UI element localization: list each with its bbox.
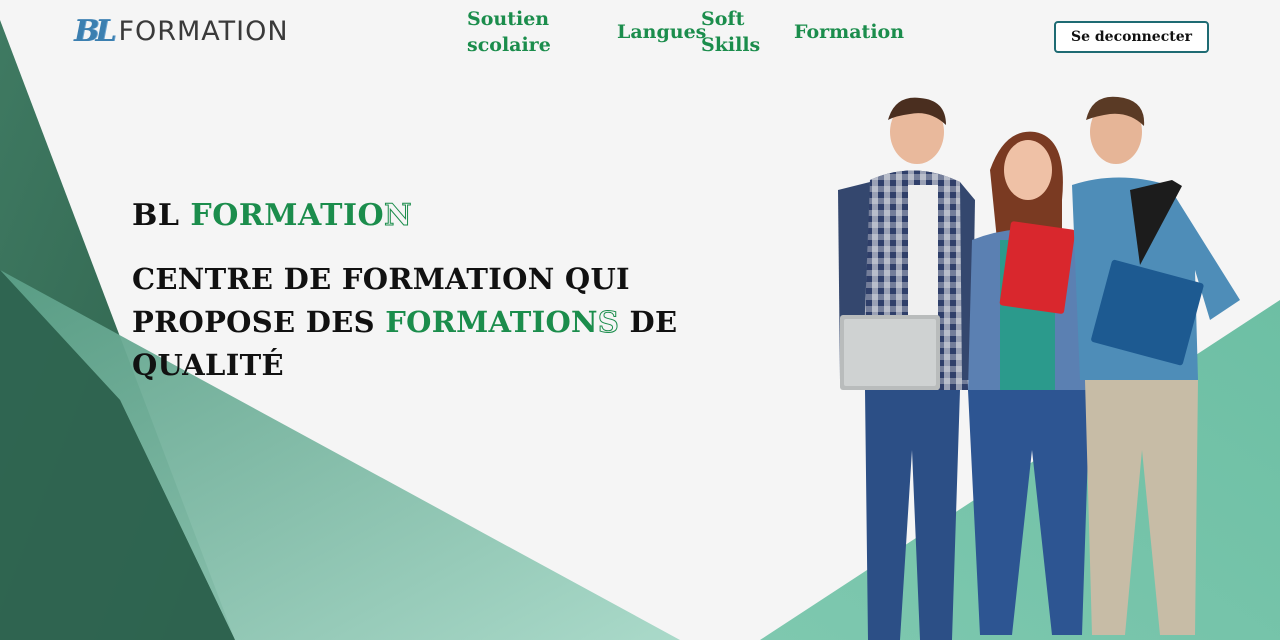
nav-soft-line1: Soft <box>701 8 745 30</box>
nav-langues[interactable]: Langues <box>617 19 706 45</box>
hero-section: BL FORMATION CENTRE DE FORMATION QUI PRO… <box>132 196 692 387</box>
tagline-line2: PROPOSE DES FORMATIONS DE <box>132 301 692 344</box>
tagline-line2-prefix: PROPOSE DES <box>132 305 386 339</box>
students-illustration <box>838 96 1240 640</box>
nav-soft-line2: Skills <box>701 34 761 56</box>
hero-brand-prefix: BL <box>132 198 191 233</box>
brand-logo[interactable]: BL FORMATION <box>74 14 289 50</box>
logout-button[interactable]: Se deconnecter <box>1054 21 1209 53</box>
nav-soutien-line2: scolaire <box>467 34 551 56</box>
tagline-line3: QUALITÉ <box>132 348 284 382</box>
hero-tagline: CENTRE DE FORMATION QUI PROPOSE DES FORM… <box>132 258 692 387</box>
nav-formation[interactable]: Formation <box>794 19 904 45</box>
top-navbar: BL FORMATION Soutien scolaire Langues So… <box>0 0 1280 64</box>
hero-brand-title: BL FORMATION <box>132 196 692 236</box>
student-left <box>838 97 975 640</box>
hero-brand-green: FORMATIO <box>190 198 385 233</box>
logo-text: FORMATION <box>118 16 289 47</box>
student-right <box>1072 96 1240 635</box>
nav-soutien-line1: Soutien <box>467 8 550 30</box>
tagline-line2-outline: S <box>597 305 620 340</box>
tagline-line2-green: FORMATION <box>385 305 598 339</box>
student-middle <box>968 131 1090 635</box>
tagline-line2-suffix: DE <box>619 305 678 339</box>
nav-soutien-scolaire[interactable]: Soutien scolaire <box>467 6 577 58</box>
logo-mark: BL <box>74 14 117 49</box>
nav-soft-skills[interactable]: Soft Skills <box>701 6 771 58</box>
hero-brand-outline: N <box>384 198 413 234</box>
tagline-line1: CENTRE DE FORMATION QUI <box>132 262 630 296</box>
